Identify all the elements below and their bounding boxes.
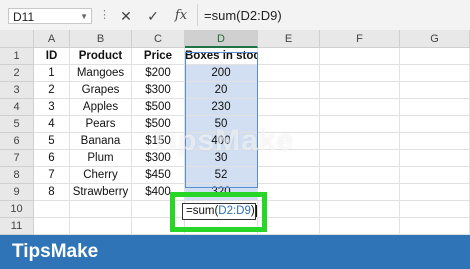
cell[interactable] <box>400 99 470 116</box>
formula-bar: D11 ▼ ⋮ ✕ ✓ fx =sum(D2:D9) <box>0 0 470 31</box>
cell[interactable] <box>320 99 400 116</box>
table-cell[interactable]: $450 <box>132 167 185 184</box>
table-cell[interactable]: Apples <box>70 99 132 116</box>
header-cell[interactable]: Product <box>70 48 132 65</box>
drag-handle-icon[interactable]: ⋮ <box>99 8 111 21</box>
row-header-9[interactable]: 9 <box>0 184 34 201</box>
cell[interactable] <box>70 218 132 235</box>
column-header-e[interactable]: E <box>258 30 320 48</box>
column-header-f[interactable]: F <box>320 30 400 48</box>
select-all-corner[interactable] <box>0 30 34 48</box>
cell[interactable] <box>258 65 320 82</box>
table-cell[interactable]: $300 <box>132 82 185 99</box>
header-cell[interactable]: Price <box>132 48 185 65</box>
name-box[interactable]: D11 ▼ <box>8 8 92 24</box>
table-cell[interactable]: 5 <box>34 133 70 150</box>
table-cell[interactable]: 6 <box>34 150 70 167</box>
insert-function-icon[interactable]: fx <box>171 6 191 26</box>
table-cell[interactable]: 8 <box>34 184 70 201</box>
row-header-8[interactable]: 8 <box>0 167 34 184</box>
cell[interactable] <box>320 218 400 235</box>
active-cell-editor[interactable]: =sum(D2:D9) <box>182 203 257 220</box>
cell[interactable] <box>320 167 400 184</box>
row-header-4[interactable]: 4 <box>0 99 34 116</box>
cell[interactable] <box>320 82 400 99</box>
enter-icon[interactable]: ✓ <box>143 6 163 26</box>
table-cell[interactable]: Pears <box>70 116 132 133</box>
cell[interactable] <box>320 48 400 65</box>
cell[interactable] <box>400 133 470 150</box>
chevron-down-icon[interactable]: ▼ <box>80 9 88 25</box>
cell[interactable] <box>258 167 320 184</box>
cell[interactable] <box>258 201 320 218</box>
cell[interactable] <box>320 184 400 201</box>
cell[interactable] <box>320 65 400 82</box>
cell[interactable] <box>258 82 320 99</box>
row-header-11[interactable]: 11 <box>0 218 34 235</box>
row-header-5[interactable]: 5 <box>0 116 34 133</box>
table-cell[interactable]: Strawberry <box>70 184 132 201</box>
column-header-b[interactable]: B <box>70 30 132 48</box>
header-cell[interactable]: Boxes in stock <box>185 48 258 65</box>
row-header-1[interactable]: 1 <box>0 48 34 65</box>
watermark: TipsMake <box>150 124 295 157</box>
cell[interactable] <box>400 201 470 218</box>
cell[interactable] <box>34 201 70 218</box>
cell[interactable] <box>320 150 400 167</box>
cell[interactable] <box>400 184 470 201</box>
cell[interactable] <box>400 167 470 184</box>
cell[interactable] <box>400 218 470 235</box>
cancel-icon[interactable]: ✕ <box>116 6 136 26</box>
table-cell[interactable]: 2 <box>34 82 70 99</box>
row-header-3[interactable]: 3 <box>0 82 34 99</box>
formula-suffix: ) <box>250 205 255 217</box>
cell[interactable] <box>320 133 400 150</box>
table-cell[interactable]: Cherry <box>70 167 132 184</box>
formula-divider <box>197 4 198 26</box>
cell[interactable] <box>320 201 400 218</box>
formula-input[interactable]: =sum(D2:D9) <box>204 7 464 25</box>
table-cell[interactable]: 1 <box>34 65 70 82</box>
table-cell[interactable]: 4 <box>34 116 70 133</box>
name-box-value: D11 <box>13 10 35 24</box>
table-cell[interactable]: $200 <box>132 65 185 82</box>
cell[interactable] <box>320 116 400 133</box>
table-cell[interactable]: Mangoes <box>70 65 132 82</box>
formula-range-ref: D2:D9 <box>218 205 251 217</box>
table-cell[interactable]: Plum <box>70 150 132 167</box>
column-header-d[interactable]: D <box>185 30 258 48</box>
header-cell[interactable]: ID <box>34 48 70 65</box>
cell[interactable] <box>258 99 320 116</box>
column-header-a[interactable]: A <box>34 30 70 48</box>
row-header-7[interactable]: 7 <box>0 150 34 167</box>
cell[interactable] <box>400 48 470 65</box>
column-header-g[interactable]: G <box>400 30 470 48</box>
brand-bar: TipsMake <box>0 235 470 269</box>
cell[interactable] <box>400 150 470 167</box>
cell[interactable] <box>400 82 470 99</box>
table-cell[interactable]: 230 <box>185 99 258 116</box>
row-header-6[interactable]: 6 <box>0 133 34 150</box>
cell[interactable] <box>34 218 70 235</box>
column-header-c[interactable]: C <box>132 30 185 48</box>
table-cell[interactable]: 7 <box>34 167 70 184</box>
row-header-10[interactable]: 10 <box>0 201 34 218</box>
table-cell[interactable]: $500 <box>132 99 185 116</box>
cell[interactable] <box>258 218 320 235</box>
cell[interactable] <box>400 116 470 133</box>
table-cell[interactable]: 200 <box>185 65 258 82</box>
cell[interactable] <box>258 184 320 201</box>
cell[interactable] <box>70 201 132 218</box>
table-cell[interactable]: 20 <box>185 82 258 99</box>
table-cell[interactable]: 3 <box>34 99 70 116</box>
table-cell[interactable]: Banana <box>70 133 132 150</box>
text-caret <box>255 204 257 217</box>
row-header-2[interactable]: 2 <box>0 65 34 82</box>
brand-logo: TipsMake <box>12 241 99 262</box>
table-cell[interactable]: 52 <box>185 167 258 184</box>
cell[interactable] <box>258 48 320 65</box>
table-cell[interactable]: Grapes <box>70 82 132 99</box>
formula-prefix: =sum( <box>186 205 219 217</box>
cell[interactable] <box>400 65 470 82</box>
